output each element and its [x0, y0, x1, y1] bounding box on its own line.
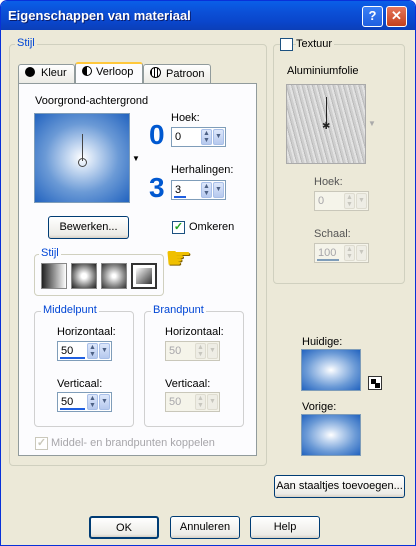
- brandpunt-v-spin-icon[interactable]: ▲ ▼: [195, 394, 206, 410]
- hoek-spin-icon[interactable]: ▲ ▼: [201, 129, 212, 145]
- center-handle-icon[interactable]: [78, 158, 87, 167]
- add-to-swatches-button[interactable]: Aan staaltjes toevoegen...: [274, 475, 405, 498]
- middelpunt-h-label: Horizontaal:: [57, 326, 116, 338]
- hoek-input[interactable]: 0 ▲ ▼ ▼: [171, 127, 226, 147]
- tab-patroon-label: Patroon: [166, 68, 205, 80]
- middelpunt-h-level-bar: [60, 357, 85, 359]
- rectangular-style-icon[interactable]: [71, 263, 97, 289]
- textuur-checkbox[interactable]: [280, 38, 293, 51]
- texture-preview[interactable]: ✱: [286, 84, 366, 164]
- middelpunt-h-input[interactable]: 50 ▲ ▼ ▼: [57, 341, 112, 361]
- pointing-hand-icon: ☛: [165, 242, 192, 275]
- middelpunt-h-spin-icon[interactable]: ▲ ▼: [87, 343, 98, 359]
- stijl-group-label: Stijl: [15, 37, 37, 49]
- middelpunt-v-input[interactable]: 50 ▲ ▼ ▼: [57, 392, 112, 412]
- ok-button[interactable]: OK: [89, 516, 159, 539]
- hoek-indicator: 0: [149, 119, 165, 150]
- texture-schaal-input[interactable]: 100 ▲ ▼ ▼: [314, 243, 369, 263]
- middelpunt-v-label: Verticaal:: [57, 378, 103, 390]
- stijl-type-label: Stijl: [39, 247, 61, 259]
- herhalingen-dropdown-icon[interactable]: ▼: [213, 182, 224, 198]
- brandpunt-v-dropdown-icon[interactable]: ▼: [207, 394, 218, 410]
- angle-line: [82, 134, 83, 161]
- middelpunt-h-dropdown-icon[interactable]: ▼: [99, 343, 110, 359]
- koppelen-checkbox[interactable]: ✓: [35, 437, 48, 450]
- brandpunt-v-label: Verticaal:: [165, 378, 211, 390]
- vorige-label: Vorige:: [302, 401, 337, 413]
- brandpunt-h-spin-icon[interactable]: ▲ ▼: [195, 343, 206, 359]
- help-title-button[interactable]: ?: [362, 6, 383, 27]
- texture-schaal-label: Schaal:: [314, 228, 351, 240]
- material-properties-dialog: Eigenschappen van materiaal ? ✕ Stijl Kl…: [0, 0, 416, 546]
- huidige-label: Huidige:: [302, 336, 343, 348]
- herhalingen-indicator: 3: [149, 172, 165, 203]
- tab-patroon[interactable]: Patroon: [143, 64, 211, 83]
- koppelen-label: Middel- en brandpunten koppelen: [51, 437, 215, 449]
- middelpunt-v-spin-icon[interactable]: ▲ ▼: [87, 394, 98, 410]
- middelpunt-v-level-bar: [60, 408, 85, 410]
- texture-schaal-dropdown-icon[interactable]: ▼: [356, 245, 367, 261]
- brandpunt-h-input[interactable]: 50 ▲ ▼ ▼: [165, 341, 220, 361]
- texture-schaal-spin-icon[interactable]: ▲ ▼: [344, 245, 355, 261]
- tab-verloop[interactable]: Verloop: [75, 62, 143, 84]
- texture-hoek-spin-icon[interactable]: ▲ ▼: [344, 193, 355, 209]
- brandpunt-h-dropdown-icon[interactable]: ▼: [207, 343, 218, 359]
- black-circle-icon: [25, 67, 35, 77]
- pattern-icon: [150, 67, 161, 78]
- hoek-label: Hoek:: [171, 112, 200, 124]
- omkeren-label[interactable]: Omkeren: [189, 221, 234, 233]
- texture-center-icon: ✱: [322, 121, 331, 132]
- bewerken-button[interactable]: Bewerken...: [48, 216, 129, 239]
- sunburst-style-icon[interactable]: [101, 263, 127, 289]
- gradient-preview[interactable]: [34, 113, 130, 203]
- annuleren-button[interactable]: Annuleren: [170, 516, 240, 539]
- texture-name: Aluminiumfolie: [287, 65, 359, 77]
- herhalingen-label: Herhalingen:: [171, 164, 234, 176]
- swap-icon[interactable]: [368, 376, 382, 390]
- help-button[interactable]: Help: [250, 516, 320, 539]
- texture-dropdown-arrow-icon[interactable]: ▼: [368, 119, 376, 128]
- half-circle-icon: [82, 66, 92, 76]
- hoek-dropdown-icon[interactable]: ▼: [213, 129, 224, 145]
- texture-hoek-label: Hoek:: [314, 176, 343, 188]
- texture-hoek-input[interactable]: 0 ▲ ▼ ▼: [314, 191, 369, 211]
- herhalingen-spin-icon[interactable]: ▲ ▼: [201, 182, 212, 198]
- brandpunt-h-label: Horizontaal:: [165, 326, 224, 338]
- herhalingen-level-bar: [174, 196, 186, 198]
- middelpunt-v-dropdown-icon[interactable]: ▼: [99, 394, 110, 410]
- tab-verloop-label: Verloop: [96, 66, 134, 78]
- texture-hoek-dropdown-icon[interactable]: ▼: [356, 193, 367, 209]
- gradient-dropdown-arrow-icon[interactable]: ▼: [132, 154, 140, 163]
- tab-kleur[interactable]: Kleur: [18, 64, 75, 83]
- textuur-label: Textuur: [296, 38, 335, 50]
- texture-schaal-level-bar: [317, 259, 339, 261]
- close-button[interactable]: ✕: [386, 6, 407, 27]
- current-material-swatch[interactable]: [301, 349, 361, 391]
- previous-material-swatch[interactable]: [301, 414, 361, 456]
- radial-style-icon[interactable]: [131, 263, 157, 289]
- window-title: Eigenschappen van materiaal: [8, 8, 191, 23]
- gradient-name: Voorgrond-achtergrond: [35, 95, 149, 107]
- herhalingen-input[interactable]: 3 ▲ ▼ ▼: [171, 180, 226, 200]
- title-bar: Eigenschappen van materiaal ? ✕: [1, 1, 415, 30]
- brandpunt-v-input[interactable]: 50 ▲ ▼ ▼: [165, 392, 220, 412]
- brandpunt-label: Brandpunt: [151, 304, 206, 316]
- linear-style-icon[interactable]: [41, 263, 67, 289]
- middelpunt-label: Middelpunt: [41, 304, 99, 316]
- tab-kleur-label: Kleur: [41, 67, 67, 79]
- omkeren-checkbox[interactable]: ✓: [172, 221, 185, 234]
